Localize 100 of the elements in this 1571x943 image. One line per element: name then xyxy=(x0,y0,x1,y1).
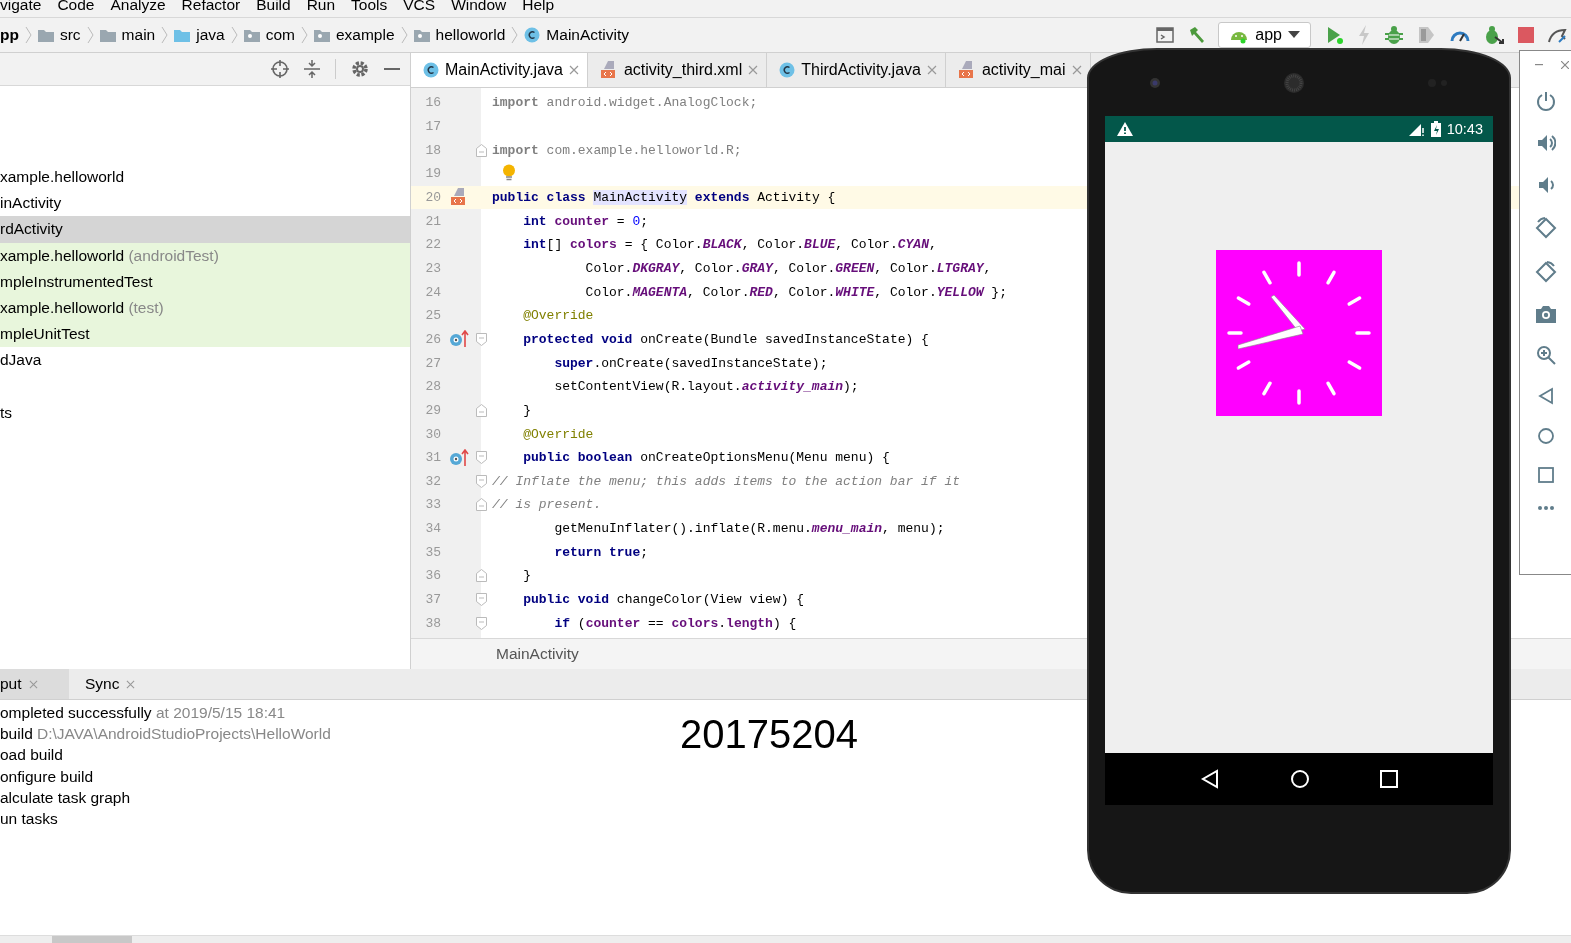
fold-icon[interactable] xyxy=(476,498,487,512)
tool-tab[interactable]: put xyxy=(0,669,69,699)
signal-icon xyxy=(1408,122,1425,136)
line-number: 23 xyxy=(424,260,441,276)
code-line: public class MainActivity extends Activity { xyxy=(492,189,836,205)
fold-icon[interactable] xyxy=(476,332,487,346)
sync-icon[interactable] xyxy=(1547,26,1567,44)
folder-icon xyxy=(99,28,116,42)
rotate-left-icon[interactable] xyxy=(1534,217,1557,239)
hammer-icon[interactable] xyxy=(1187,26,1206,44)
line-number: 22 xyxy=(424,237,441,253)
breadcrumb-item[interactable]: example xyxy=(335,26,395,44)
code-line: import android.widget.AnalogClock; xyxy=(492,95,758,111)
breadcrumb-item[interactable]: java xyxy=(196,26,225,44)
tree-item[interactable]: inActivity xyxy=(0,190,410,217)
crosshair-icon[interactable] xyxy=(271,60,289,78)
fold-icon[interactable] xyxy=(476,593,487,607)
terminal-icon[interactable] xyxy=(1156,27,1175,43)
close-icon[interactable] xyxy=(568,65,579,75)
close-icon[interactable] xyxy=(28,679,38,689)
breadcrumb-item[interactable]: src xyxy=(59,26,81,44)
close-icon[interactable] xyxy=(1560,61,1569,69)
tree-item[interactable]: xample.helloworld xyxy=(0,164,410,191)
code-line: public void changeColor(View view) { xyxy=(522,592,805,608)
tree-item[interactable]: xample.helloworld (test) xyxy=(0,294,410,322)
close-icon[interactable] xyxy=(1071,65,1082,75)
line-number: 33 xyxy=(424,497,441,513)
collapse-icon[interactable] xyxy=(304,60,320,78)
tool-tab[interactable]: Sync xyxy=(69,669,249,699)
coverage-icon[interactable] xyxy=(1417,25,1437,45)
editor-tab[interactable]: ThirdActivity.java xyxy=(767,53,946,87)
line-number: 25 xyxy=(424,308,441,324)
fold-icon[interactable] xyxy=(476,403,487,417)
tree-item[interactable]: ts xyxy=(0,399,410,426)
camera-icon[interactable] xyxy=(1535,305,1556,323)
package-folder-icon xyxy=(413,28,430,42)
line-number: 29 xyxy=(424,402,441,418)
tree-item[interactable]: xample.helloworld (androidTest) xyxy=(0,242,410,269)
editor-tab[interactable]: activity_third.xml xyxy=(587,53,768,87)
scrollbar[interactable] xyxy=(0,935,1571,943)
bug-icon[interactable] xyxy=(1384,25,1404,45)
rotate-right-icon[interactable] xyxy=(1534,261,1557,283)
override-icon[interactable] xyxy=(448,330,469,349)
fold-icon[interactable] xyxy=(476,451,487,465)
line-number: 36 xyxy=(424,568,441,584)
fold-icon[interactable] xyxy=(476,616,487,630)
package-folder-icon xyxy=(243,28,260,42)
settings-icon[interactable] xyxy=(351,60,369,78)
folder-icon xyxy=(174,28,191,42)
line-number: 37 xyxy=(424,592,441,608)
close-icon[interactable] xyxy=(748,65,759,75)
override-icon[interactable] xyxy=(448,448,469,467)
code-line: Color.DKGRAY, Color.GRAY, Color.GREEN, Color.LTGRAY, xyxy=(584,260,992,276)
fold-icon[interactable] xyxy=(476,569,487,583)
breadcrumb-item[interactable]: MainActivity xyxy=(496,645,579,663)
breadcrumb-item[interactable]: main xyxy=(121,26,156,44)
warning-icon xyxy=(1117,122,1133,136)
code-line: int counter = 0; xyxy=(522,213,649,229)
breadcrumb-item[interactable]: pp xyxy=(0,26,19,44)
layout-file-icon[interactable] xyxy=(449,188,468,207)
chevron-icon xyxy=(511,26,519,44)
status-time: 10:43 xyxy=(1446,121,1483,137)
bug-arrow-icon[interactable] xyxy=(1483,25,1505,45)
code-line: } xyxy=(522,568,531,584)
editor-tab[interactable]: MainActivity.java xyxy=(411,53,588,87)
menu-item[interactable]: VCS xyxy=(403,0,436,15)
output-line: build D:\JAVA\AndroidStudioProjects\HelloWorld xyxy=(0,724,332,745)
chevron-icon xyxy=(24,26,32,44)
class-icon xyxy=(423,62,439,78)
zoom-icon[interactable] xyxy=(1535,345,1556,365)
close-icon[interactable] xyxy=(126,679,136,689)
code-line: } xyxy=(522,402,531,418)
code-line: if (counter == colors.length) { xyxy=(553,615,797,631)
tree-item[interactable]: rdActivity xyxy=(0,216,410,243)
close-icon[interactable] xyxy=(926,65,937,75)
fold-icon[interactable] xyxy=(476,143,487,157)
code-line: protected void onCreate(Bundle savedInstanceState) { xyxy=(522,331,929,347)
chevron-icon xyxy=(86,26,94,44)
tree-item[interactable]: dJava xyxy=(0,347,410,374)
run-config-dropdown[interactable]: app xyxy=(1218,22,1311,48)
tree-item[interactable]: mpleUnitTest xyxy=(0,321,410,348)
back-icon[interactable] xyxy=(1200,769,1220,789)
fold-icon[interactable] xyxy=(476,474,487,488)
output-line: onfigure build xyxy=(0,766,95,787)
volume-up-icon[interactable] xyxy=(1535,133,1556,153)
tree-item[interactable]: mpleInstrumentedTest xyxy=(0,268,410,295)
breadcrumb-item[interactable]: com xyxy=(265,26,295,44)
breadcrumb-item[interactable]: helloworld xyxy=(435,26,506,44)
chevron-icon xyxy=(161,26,169,44)
breadcrumb-item[interactable]: MainActivity xyxy=(546,26,630,44)
minimize-icon[interactable] xyxy=(1534,64,1543,66)
more-icon[interactable] xyxy=(1536,505,1555,511)
volume-down-icon[interactable] xyxy=(1536,175,1555,195)
lightbulb-icon[interactable] xyxy=(502,163,516,182)
caret-icon xyxy=(1288,31,1300,39)
power-icon[interactable] xyxy=(1535,91,1556,111)
line-number: 26 xyxy=(424,331,441,347)
minimize-icon[interactable] xyxy=(384,67,400,71)
code-line: @Override xyxy=(522,308,594,324)
menu-item[interactable]: Run xyxy=(306,0,336,15)
